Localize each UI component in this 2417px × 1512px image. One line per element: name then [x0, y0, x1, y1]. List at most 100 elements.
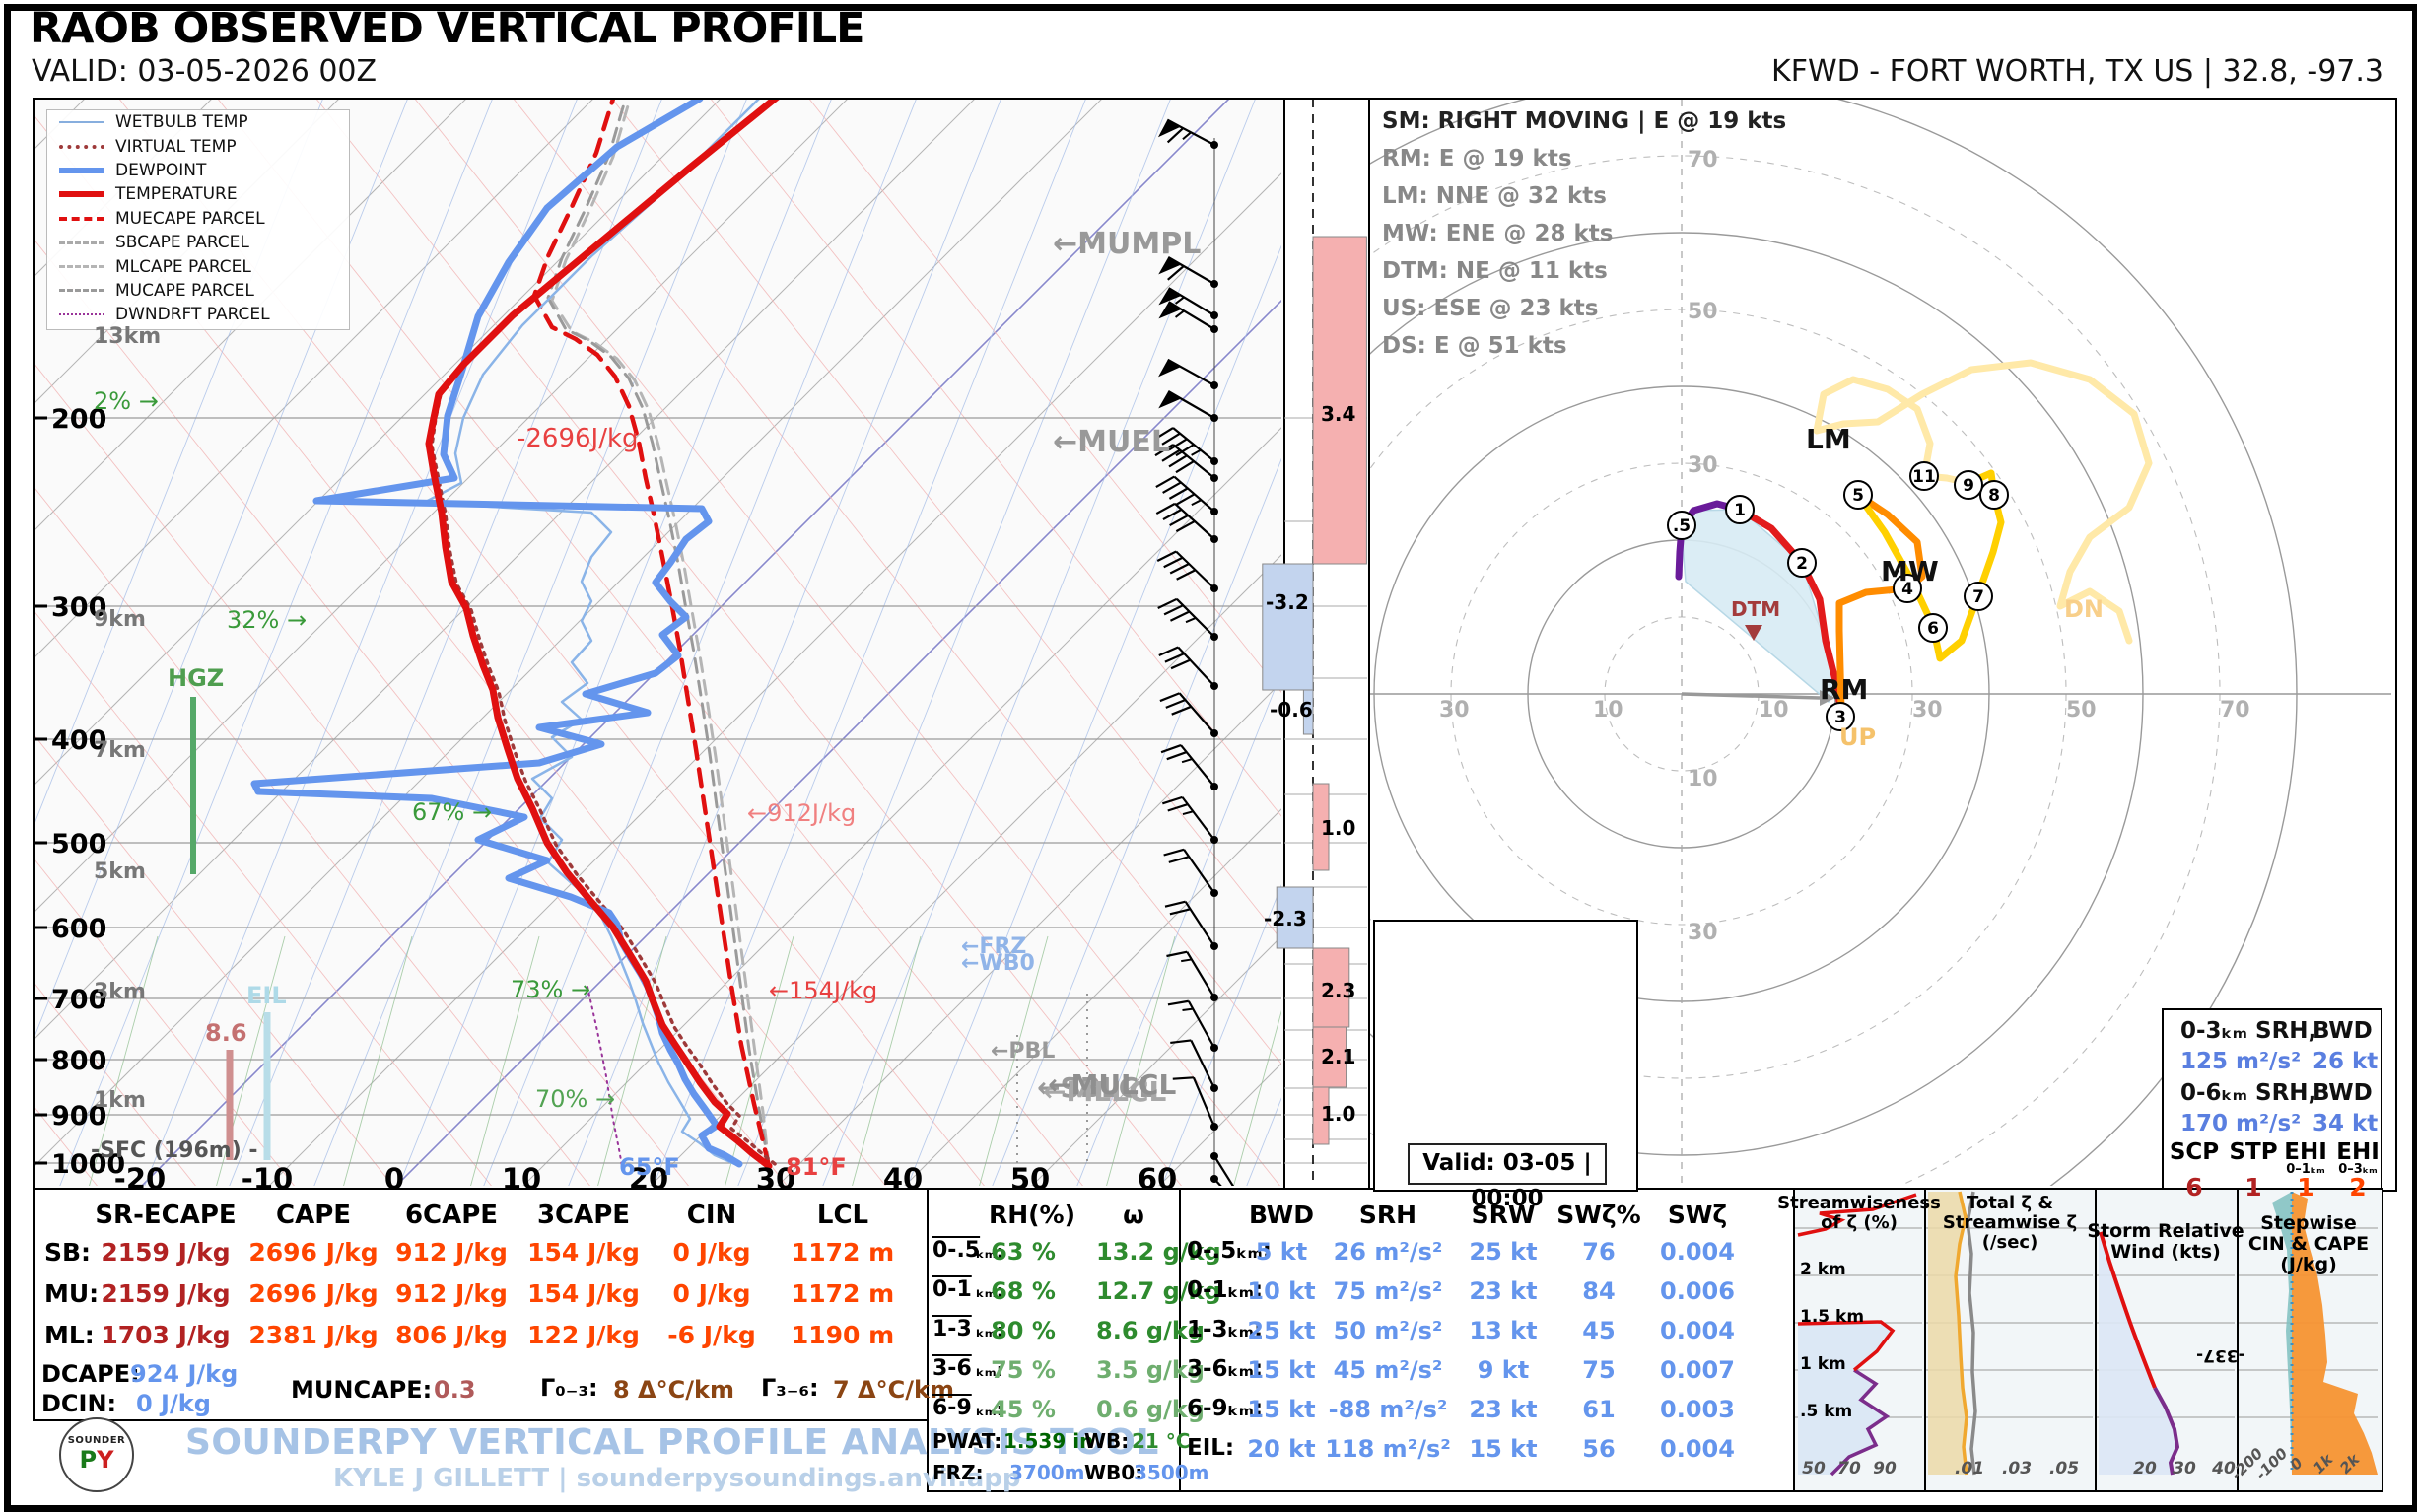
- skewt-annotation: 73% →: [511, 976, 591, 1003]
- hodo-label-mw: MW: [1881, 555, 1939, 587]
- sounderpy-logo: SOUNDER PY: [59, 1417, 134, 1492]
- skewt-annotation: ←MUMPL: [1053, 227, 1202, 261]
- legend-label: TEMPERATURE: [115, 184, 238, 205]
- rh-extra: 1.539 in: [1003, 1429, 1094, 1453]
- legend-line-sample: [59, 241, 104, 244]
- srh-box-text: 26 kt: [2313, 1049, 2379, 1074]
- advection-value: -0.6: [1270, 698, 1313, 722]
- skewt-annotation: 67% →: [412, 798, 493, 826]
- hodo-ring-label: 50: [2066, 698, 2097, 722]
- advection-value: 2.3: [1321, 979, 1356, 1002]
- bwd-header: SRH: [1358, 1201, 1417, 1229]
- thermo-extra: 8 Δ°C/km: [613, 1376, 734, 1404]
- curve-dwndrft_parcel: [587, 986, 623, 1167]
- hodo-height-marker: 9: [1963, 476, 1974, 496]
- hodo-info-line: SM: RIGHT MOVING | E @ 19 kts: [1382, 108, 1787, 134]
- bwd-row-label: EIL:: [1187, 1435, 1235, 1461]
- bwd-value: 20 kt: [1247, 1435, 1316, 1463]
- bwd-value: 5 kt: [1255, 1238, 1308, 1266]
- pressure-label: 800: [51, 1046, 107, 1076]
- rh-row-label: 3-6: [932, 1356, 972, 1381]
- advection-value: 1.0: [1321, 1102, 1356, 1126]
- height-label: 5km: [94, 859, 146, 884]
- skewt-annotation: 32% →: [227, 606, 308, 634]
- skewt-annotation: 81°F: [786, 1153, 847, 1181]
- thermo-extra: 0 J/kg: [136, 1390, 211, 1417]
- skewt-annotation: HGZ: [168, 664, 225, 692]
- el-marker-label: -337-: [2196, 1345, 2245, 1365]
- hodo-ring-label: 10: [1688, 767, 1718, 791]
- bwd-value: -88 m²/s²: [1328, 1396, 1448, 1423]
- legend-line-sample: [59, 216, 104, 221]
- hodo-ring-label: 70: [2220, 698, 2250, 722]
- bwd-value: 23 kt: [1469, 1277, 1538, 1305]
- hodo-ring-label: 10: [1759, 698, 1789, 722]
- thermo-value: 2159 J/kg: [101, 1279, 231, 1308]
- advection-value: -2.3: [1264, 907, 1307, 930]
- skewt-annotation: ←WB0: [961, 951, 1035, 976]
- bwd-header: SRW: [1471, 1201, 1536, 1229]
- srh-box-text: BWD: [2313, 1018, 2373, 1044]
- axis-tick: 70: [1837, 1459, 1861, 1478]
- panel-title: CIN & CAPE: [2247, 1233, 2370, 1255]
- panel-title: Total ζ &: [1966, 1193, 2054, 1213]
- height-axis-label: 1.5 km: [1800, 1307, 1865, 1327]
- bwd-value: 75: [1582, 1356, 1616, 1384]
- skewt-legend: WETBULB TEMP VIRTUAL TEMP DEWPOINT TEMPERAT…: [46, 109, 350, 330]
- thermo-value: 2696 J/kg: [248, 1238, 379, 1267]
- hodo-info-line: DTM: NE @ 11 kts: [1382, 258, 1608, 284]
- advection-value: 1.0: [1321, 816, 1356, 840]
- height-label: 3km: [94, 980, 146, 1004]
- bwd-value: 76: [1582, 1238, 1616, 1266]
- thermo-value: 1172 m: [791, 1238, 895, 1267]
- hodo-info-line: MW: ENE @ 28 kts: [1382, 221, 1614, 246]
- legend-item: WETBULB TEMP: [47, 110, 349, 134]
- bwd-value: 25 kt: [1247, 1317, 1316, 1344]
- skewt-annotation: -SFC (196m) -: [91, 1138, 258, 1163]
- legend-item: VIRTUAL TEMP: [47, 134, 349, 158]
- rh-row-label: 0-1: [932, 1277, 972, 1302]
- pressure-label: 500: [51, 829, 107, 859]
- legend-line-sample: [59, 289, 104, 293]
- skewt-annotation: ←MUEL: [1053, 425, 1170, 459]
- thermo-value: 912 J/kg: [395, 1238, 508, 1267]
- panel-title: (/sec): [1981, 1232, 2038, 1253]
- height-label: 9km: [94, 607, 146, 632]
- rh-row-label: 0-.5: [932, 1238, 981, 1263]
- logo-text-main: PY: [79, 1446, 114, 1474]
- skewt-annotation: EIL: [246, 982, 287, 1009]
- panel-title: Wind (kts): [2110, 1241, 2221, 1263]
- thermo-value: 0 J/kg: [672, 1238, 751, 1267]
- hodo-info-line: US: ESE @ 23 kts: [1382, 296, 1599, 321]
- curve-virtual_temp: [430, 100, 781, 1169]
- thermo-extra: 0.3: [434, 1376, 476, 1404]
- temp-tick: -20: [113, 1162, 167, 1196]
- bwd-value: 0.007: [1660, 1356, 1735, 1384]
- bwd-value: 61: [1582, 1396, 1616, 1423]
- skewt-annotation: 65°F: [619, 1153, 680, 1181]
- legend-item: SBCAPE PARCEL: [47, 231, 349, 254]
- thermo-header: LCL: [816, 1201, 869, 1230]
- bwd-value: 84: [1582, 1277, 1616, 1305]
- legend-label: SBCAPE PARCEL: [115, 233, 249, 253]
- legend-label: MUECAPE PARCEL: [115, 208, 265, 229]
- thermo-header: 6CAPE: [404, 1201, 499, 1230]
- bwd-value: 10 kt: [1247, 1277, 1316, 1305]
- rh-value: 75 %: [991, 1356, 1056, 1384]
- legend-item: MLCAPE PARCEL: [47, 254, 349, 278]
- thermo-header: CAPE: [275, 1201, 352, 1230]
- hodo-label-dtm: DTM: [1731, 597, 1781, 621]
- rh-value: 80 %: [991, 1317, 1056, 1344]
- skewt-annotation: 8.6: [205, 1019, 247, 1047]
- axis-tick: 20: [2133, 1459, 2157, 1478]
- temp-tick: 60: [1137, 1162, 1178, 1196]
- index-header: EHI: [2336, 1139, 2380, 1165]
- thermo-row-label: ML:: [44, 1321, 95, 1349]
- index-value: 1: [2297, 1173, 2314, 1202]
- axis-tick: 90: [1873, 1459, 1897, 1478]
- panel-title: Streamwise ζ: [1942, 1212, 2078, 1233]
- bwd-value: 0.004: [1660, 1435, 1735, 1463]
- thermo-value: -6 J/kg: [667, 1321, 756, 1349]
- thermo-header: SR-ECAPE: [95, 1201, 237, 1230]
- panel-title: Storm Relative: [2087, 1220, 2244, 1242]
